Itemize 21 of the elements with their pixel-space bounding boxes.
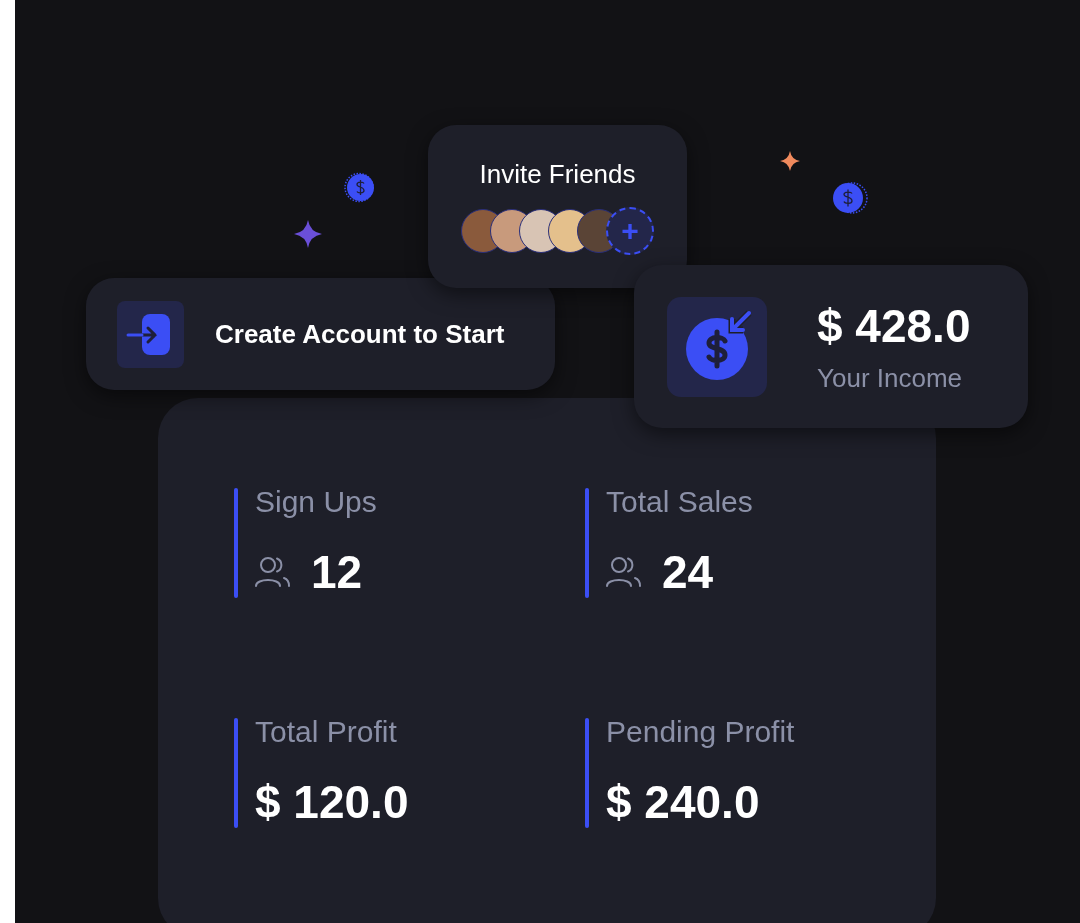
- create-account-label: Create Account to Start: [215, 317, 505, 351]
- stat-label: Pending Profit: [606, 714, 795, 750]
- create-account-card[interactable]: Create Account to Start: [86, 278, 555, 390]
- stat-label: Total Profit: [255, 714, 398, 750]
- sparkle-icon: [294, 220, 322, 248]
- stat-label: Total Sales: [606, 484, 753, 520]
- stat-value: 24: [662, 546, 714, 598]
- invite-title: Invite Friends: [479, 158, 636, 190]
- stat-value: $ 120.0: [255, 776, 409, 828]
- income-amount: $ 428.0: [817, 299, 971, 352]
- stat-value: 12: [311, 546, 363, 598]
- coin-icon: [344, 172, 375, 203]
- stat-label: Sign Ups: [255, 484, 377, 520]
- users-icon: [606, 556, 642, 588]
- login-icon: [117, 300, 184, 368]
- income-icon: [667, 296, 767, 397]
- sparkle-icon: [780, 151, 800, 171]
- coin-icon: [832, 180, 868, 216]
- income-label: Your Income: [817, 361, 964, 394]
- stat-value: $ 240.0: [606, 776, 760, 828]
- users-icon: [255, 556, 291, 588]
